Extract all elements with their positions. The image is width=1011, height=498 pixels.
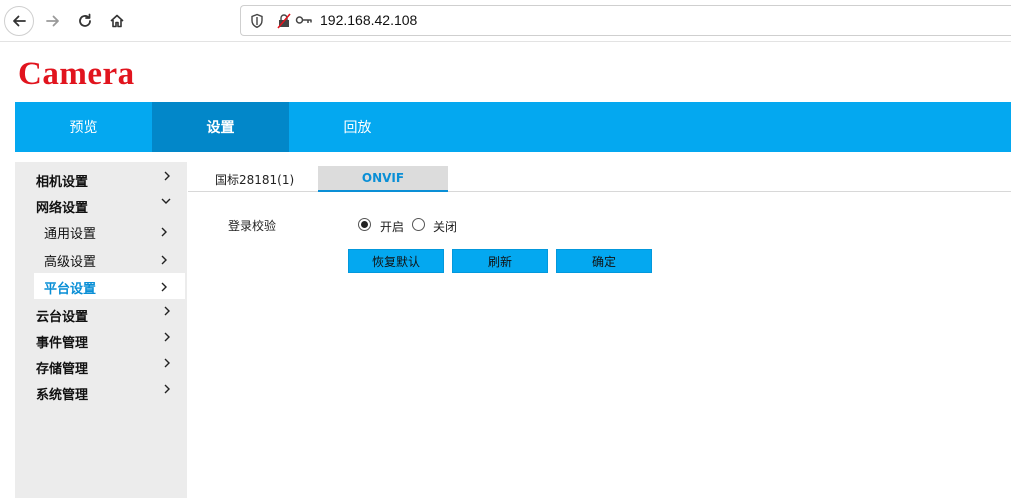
settings-sidebar: 相机设置 网络设置 通用设置 高级设置 平台设置 云台设置 事件管理 存储管理 …: [15, 162, 187, 498]
login-check-disable-label[interactable]: 关闭: [433, 218, 457, 235]
sidebar-item-label: 云台设置: [36, 310, 89, 325]
sidebar-item-label: 网络设置: [36, 201, 89, 216]
back-arrow-icon: [13, 15, 26, 27]
login-check-disable-radio[interactable]: [412, 218, 425, 231]
shield-icon[interactable]: [250, 13, 264, 29]
sidebar-item-ptz-settings[interactable]: 云台设置: [15, 301, 187, 327]
login-check-label: 登录校验: [228, 219, 277, 233]
tab-onvif[interactable]: ONVIF: [318, 166, 448, 192]
chevron-right-icon: [164, 171, 170, 181]
confirm-button[interactable]: 确定: [556, 249, 652, 273]
login-check-enable-radio[interactable]: [358, 218, 371, 231]
sidebar-item-advanced-settings[interactable]: 高级设置: [15, 246, 187, 272]
sidebar-item-label: 相机设置: [36, 175, 89, 190]
refresh-button[interactable]: 刷新: [452, 249, 548, 273]
chevron-right-icon: [161, 227, 167, 237]
insecure-lock-icon[interactable]: [277, 13, 291, 29]
camera-logo: Camera: [18, 56, 135, 92]
sidebar-item-label: 系统管理: [36, 388, 89, 403]
chevron-right-icon: [164, 358, 170, 368]
sidebar-item-camera-settings[interactable]: 相机设置: [15, 166, 187, 192]
url-text[interactable]: 192.168.42.108: [320, 12, 417, 28]
sidebar-item-label: 高级设置: [44, 255, 97, 270]
sidebar-item-label: 通用设置: [44, 227, 97, 242]
tab-gb28181[interactable]: 国标28181(1): [198, 166, 318, 192]
sidebar-item-network-settings[interactable]: 网络设置: [15, 192, 187, 218]
tab-preview[interactable]: 预览: [15, 102, 152, 152]
platform-sub-tabs: 国标28181(1) ONVIF: [188, 162, 1011, 192]
tab-playback[interactable]: 回放: [289, 102, 426, 152]
reload-icon: [79, 13, 91, 27]
forward-button[interactable]: [38, 6, 68, 36]
browser-toolbar: 192.168.42.108: [0, 0, 1011, 42]
chevron-down-icon: [161, 198, 171, 204]
address-bar[interactable]: 192.168.42.108: [240, 5, 1011, 36]
chevron-right-icon: [164, 306, 170, 316]
sidebar-item-storage-management[interactable]: 存储管理: [15, 353, 187, 379]
chevron-right-icon: [161, 255, 167, 265]
sidebar-item-system-management[interactable]: 系统管理: [15, 379, 187, 405]
reload-button[interactable]: [70, 6, 100, 36]
sidebar-item-event-management[interactable]: 事件管理: [15, 327, 187, 353]
sidebar-item-platform-settings[interactable]: 平台设置: [34, 273, 185, 299]
forward-arrow-icon: [46, 15, 59, 27]
main-nav: 预览 设置 回放: [15, 102, 1011, 152]
home-button[interactable]: [102, 6, 132, 36]
key-icon[interactable]: [295, 13, 313, 27]
chevron-right-icon: [161, 282, 167, 292]
chevron-right-icon: [164, 332, 170, 342]
tab-settings[interactable]: 设置: [152, 102, 289, 152]
home-icon: [110, 14, 124, 28]
login-check-enable-label[interactable]: 开启: [380, 218, 404, 235]
sidebar-item-label: 事件管理: [36, 336, 89, 351]
sidebar-item-general-settings[interactable]: 通用设置: [15, 218, 187, 244]
back-button[interactable]: [4, 6, 34, 36]
restore-default-button[interactable]: 恢复默认: [348, 249, 444, 273]
chevron-right-icon: [164, 384, 170, 394]
sidebar-item-label: 平台设置: [44, 282, 97, 297]
sidebar-item-label: 存储管理: [36, 362, 89, 377]
